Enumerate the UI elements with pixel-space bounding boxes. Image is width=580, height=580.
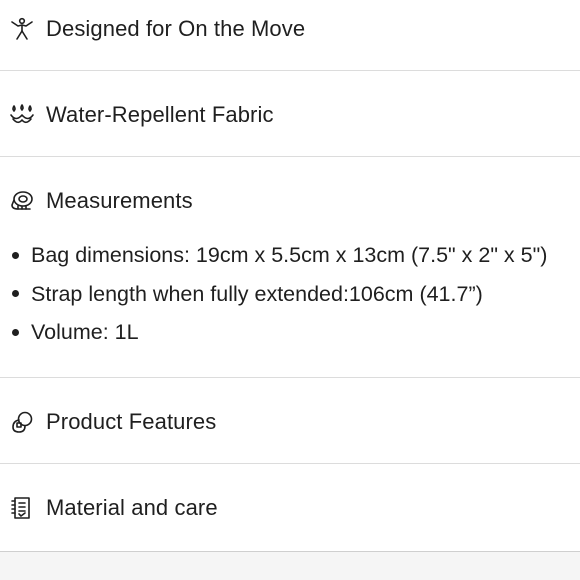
accordion-header-water-repellent[interactable]: Water-Repellent Fabric [0, 86, 580, 144]
list-item-text: Strap length when fully extended:106cm (… [31, 281, 483, 306]
divider [0, 377, 580, 378]
list-item: Bag dimensions: 19cm x 5.5cm x 13cm (7.5… [12, 236, 580, 275]
list-item-text: Bag dimensions: 19cm x 5.5cm x 13cm (7.5… [31, 243, 548, 267]
divider [0, 463, 580, 464]
accordion-item-material-care[interactable]: Material and care [0, 479, 580, 537]
accordion-header-measurements[interactable]: Measurements [0, 172, 580, 230]
product-details-accordion: Designed for On the Move Water-Repellent… [0, 0, 580, 580]
accordion-label: Water-Repellent Fabric [46, 102, 274, 127]
measurements-list: Bag dimensions: 19cm x 5.5cm x 13cm (7.5… [0, 236, 580, 352]
tape-measure-icon [8, 187, 36, 215]
person-moving-icon [8, 15, 36, 43]
accordion-item-designed-for-move[interactable]: Designed for On the Move [0, 0, 580, 58]
bottom-bar [0, 551, 580, 580]
accordion-item-water-repellent[interactable]: Water-Repellent Fabric [0, 86, 580, 144]
accordion-header-designed-for-move[interactable]: Designed for On the Move [0, 0, 580, 58]
accordion-header-product-features[interactable]: Product Features [0, 393, 580, 451]
accordion-item-product-features[interactable]: Product Features [0, 393, 580, 451]
list-item: Volume: 1L [12, 313, 580, 352]
accordion-item-measurements[interactable]: Measurements Bag dimensions: 19cm x 5.5c… [0, 172, 580, 352]
care-label-icon [8, 494, 36, 522]
list-item: Strap length when fully extended:106cm (… [12, 275, 580, 314]
product-features-icon [8, 408, 36, 436]
accordion-label: Designed for On the Move [46, 16, 306, 41]
divider [0, 70, 580, 71]
accordion-header-material-care[interactable]: Material and care [0, 479, 580, 537]
accordion-label: Measurements [46, 188, 193, 213]
list-item-text: Volume: 1L [31, 320, 139, 344]
accordion-label: Product Features [46, 409, 217, 434]
bullet-dot [12, 290, 19, 298]
bullet-dot [12, 251, 19, 259]
bullet-dot [12, 328, 19, 336]
accordion-label: Material and care [46, 495, 218, 520]
divider [0, 156, 580, 157]
water-drops-icon [8, 101, 36, 129]
